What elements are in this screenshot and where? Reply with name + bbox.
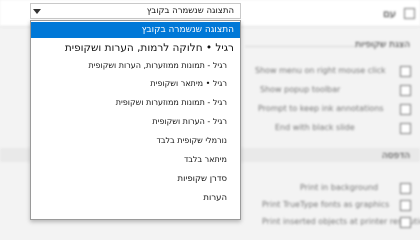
view-dropdown-list[interactable]: התצוגה שנשמרה בקובץ רגיל • חלוקה לרמות, … bbox=[30, 20, 241, 220]
option-end-black-slide-checkbox[interactable] bbox=[400, 123, 411, 134]
dropdown-item-normal-outline-notes-slide[interactable]: רגיל • חלוקה לרמות, הערות ושקופית bbox=[31, 40, 240, 56]
dropdown-item-notes[interactable]: הערות bbox=[31, 190, 240, 206]
option-truetype-graphics-checkbox[interactable] bbox=[400, 200, 411, 211]
option-end-black-slide: End with black slide bbox=[275, 123, 355, 132]
dropdown-item-label: מיתאר בלבד bbox=[183, 155, 227, 164]
dropdown-item-label: רגיל - תמונות ממוזערות ושקופית bbox=[115, 98, 227, 107]
dropdown-item-normal-thumbnails-slide[interactable]: רגיל - תמונות ממוזערות ושקופית bbox=[31, 95, 240, 111]
dropdown-item-normal-notes-slide[interactable]: רגיל - הערות ושקופית bbox=[31, 114, 240, 130]
option-right-click-menu-checkbox[interactable] bbox=[400, 66, 411, 77]
dropdown-item-label: רגיל • חלוקה לרמות, הערות ושקופית bbox=[64, 42, 234, 54]
dropdown-item-label: סדרן שקופיות bbox=[177, 174, 227, 184]
option-print-background-checkbox[interactable] bbox=[400, 183, 411, 194]
combobox-selected-value: התצוגה שנשמרה בקובץ bbox=[146, 6, 234, 16]
header-checkbox[interactable] bbox=[404, 8, 415, 19]
apply-view-label: עם bbox=[383, 9, 396, 20]
option-printer-resolution: Print inserted objects at printer resolu… bbox=[262, 217, 420, 226]
dropdown-item-label: התצוגה שנשמרה בקובץ bbox=[141, 25, 234, 35]
view-select-combobox[interactable]: התצוגה שנשמרה בקובץ bbox=[30, 3, 241, 19]
option-keep-ink-checkbox[interactable] bbox=[400, 104, 411, 115]
option-print-background: Print in background bbox=[300, 183, 379, 192]
dropdown-item-normal-thumbnails-notes-slide[interactable]: רגיל - תמונות ממוזערות, הערות ושקופית bbox=[31, 58, 240, 74]
option-right-click-menu: Show menu on right mouse click bbox=[255, 66, 386, 75]
dropdown-item-label: רגיל • מיתאר ושקופית bbox=[150, 79, 227, 88]
section-divider bbox=[245, 46, 355, 47]
section-print-title: הדפסה bbox=[381, 151, 410, 161]
option-printer-resolution-checkbox[interactable] bbox=[400, 217, 411, 228]
dropdown-item-normal-slide-only[interactable]: נורמלי שקופית בלבד bbox=[31, 133, 240, 149]
section-slide-show-title: הצגת שקופיות bbox=[355, 40, 410, 50]
dropdown-item-normal-outline-slide[interactable]: רגיל • מיתאר ושקופית bbox=[31, 76, 240, 92]
chevron-down-icon[interactable] bbox=[33, 9, 41, 14]
dropdown-item-slide-sorter[interactable]: סדרן שקופיות bbox=[31, 171, 240, 187]
dropdown-item-saved-view[interactable]: התצוגה שנשמרה בקובץ bbox=[31, 22, 240, 38]
option-truetype-graphics: Print TrueType fonts as graphics bbox=[262, 200, 390, 209]
dropdown-item-label: הערות bbox=[203, 193, 227, 203]
option-keep-ink: Prompt to keep ink annotations bbox=[258, 104, 384, 113]
option-popup-toolbar: Show popup toolbar bbox=[260, 85, 341, 94]
dropdown-item-label: רגיל - תמונות ממוזערות, הערות ושקופית bbox=[88, 61, 227, 70]
dropdown-item-label: נורמלי שקופית בלבד bbox=[156, 136, 227, 145]
option-popup-toolbar-checkbox[interactable] bbox=[400, 85, 411, 96]
dropdown-item-outline-only[interactable]: מיתאר בלבד bbox=[31, 152, 240, 168]
dropdown-item-label: רגיל - הערות ושקופית bbox=[152, 117, 227, 126]
